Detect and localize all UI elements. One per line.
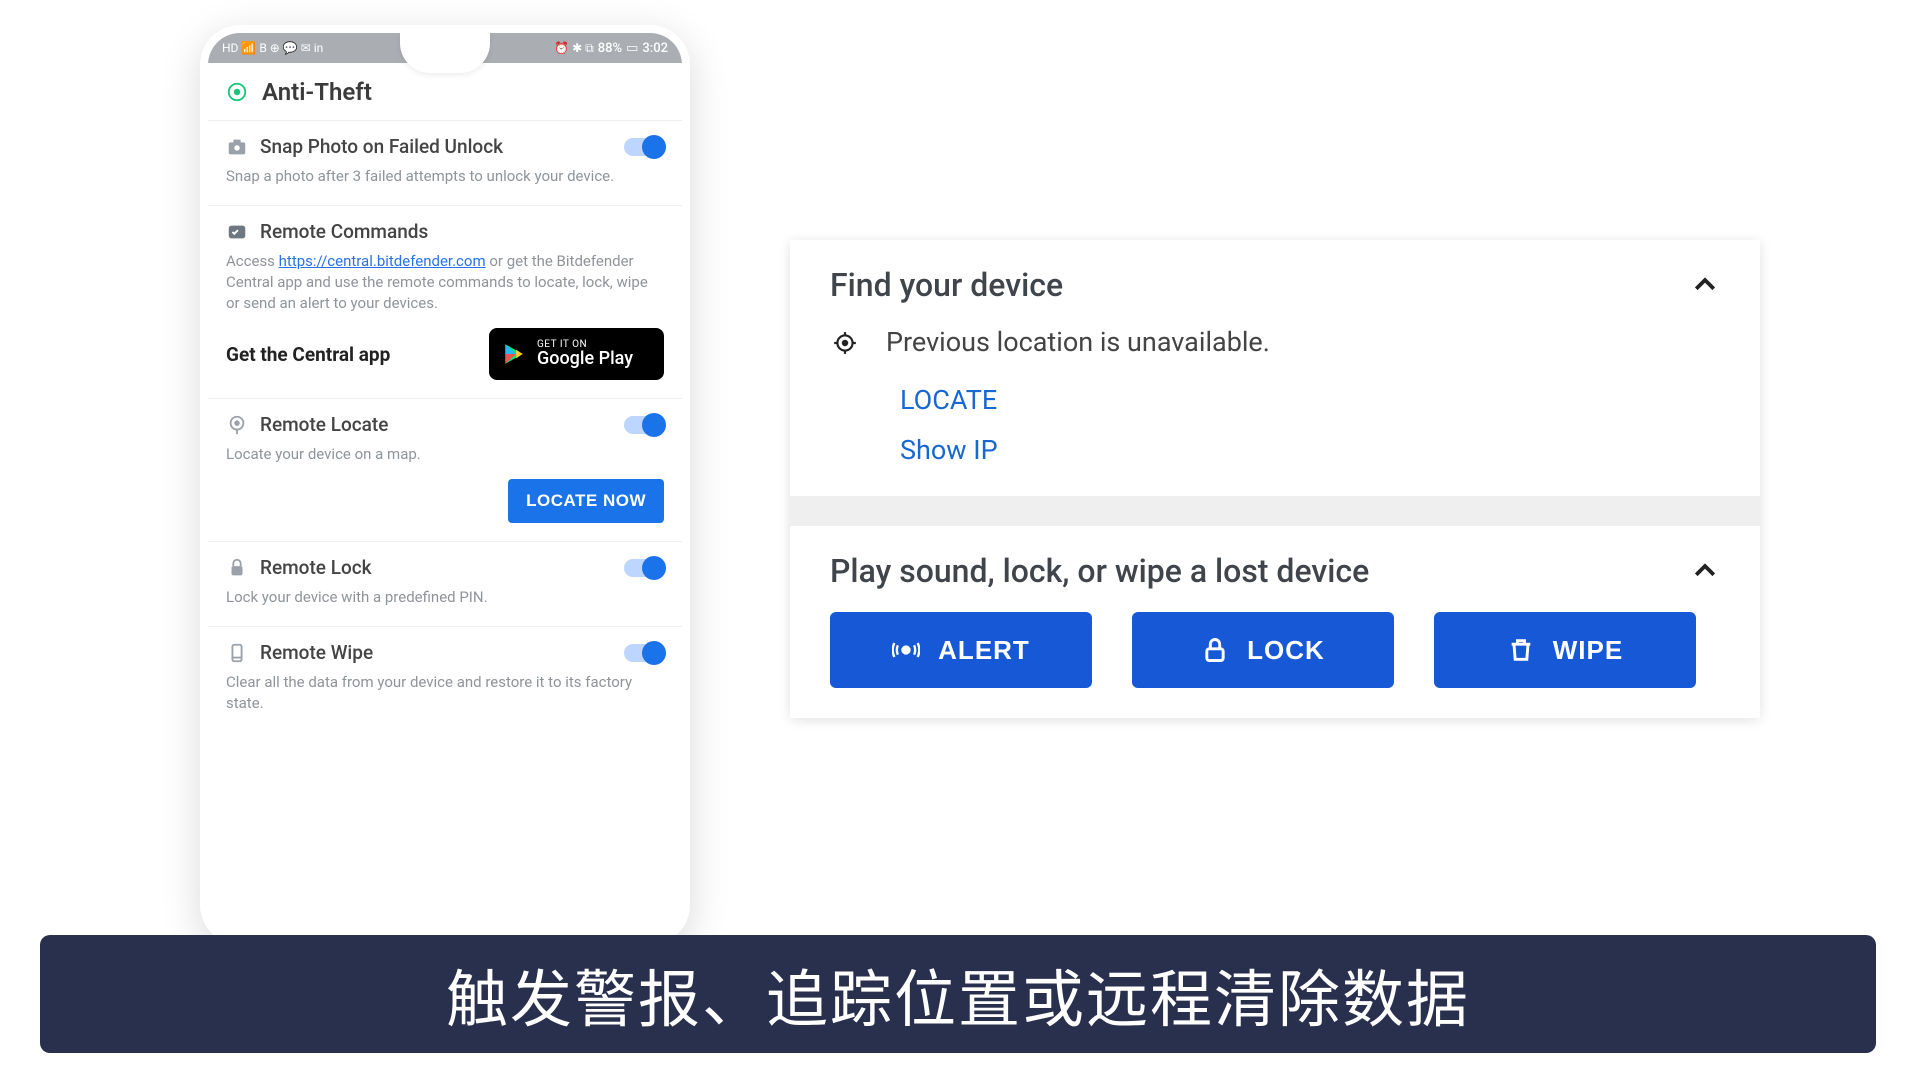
wipe-icon <box>226 642 248 664</box>
crosshair-icon <box>832 330 858 356</box>
chevron-up-icon[interactable] <box>1690 270 1720 300</box>
play-lock-wipe-title: Play sound, lock, or wipe a lost device <box>830 552 1369 590</box>
caption-banner: 触发警报、追踪位置或远程清除数据 <box>40 935 1876 1053</box>
remote-wipe-toggle[interactable] <box>624 644 664 662</box>
wipe-button[interactable]: WIPE <box>1434 612 1696 688</box>
remote-wipe-section: Remote Wipe Clear all the data from your… <box>208 627 682 732</box>
anti-theft-icon <box>226 81 248 103</box>
play-lock-wipe-section: Play sound, lock, or wipe a lost device … <box>790 526 1760 718</box>
snap-photo-section: Snap Photo on Failed Unlock Snap a photo… <box>208 121 682 206</box>
snap-photo-desc: Snap a photo after 3 failed attempts to … <box>226 166 664 187</box>
remote-wipe-desc: Clear all the data from your device and … <box>226 672 664 714</box>
status-left-icons: HD 📶 B ⊕ 💬 ✉ in <box>222 41 323 55</box>
find-device-section: Find your device Previous location is un… <box>790 240 1760 496</box>
remote-lock-desc: Lock your device with a predefined PIN. <box>226 587 664 608</box>
caption-text: 触发警报、追踪位置或远程清除数据 <box>446 949 1470 1039</box>
wipe-button-label: WIPE <box>1553 635 1623 666</box>
remote-locate-desc: Locate your device on a map. <box>226 444 664 465</box>
status-time: 3:02 <box>642 41 668 56</box>
camera-icon <box>226 136 248 158</box>
remote-wipe-label: Remote Wipe <box>260 641 612 664</box>
locate-icon <box>226 414 248 436</box>
lock-button[interactable]: LOCK <box>1132 612 1394 688</box>
lock-button-label: LOCK <box>1247 635 1325 666</box>
remote-lock-toggle[interactable] <box>624 559 664 577</box>
remote-locate-section: Remote Locate Locate your device on a ma… <box>208 399 682 542</box>
locate-now-button[interactable]: LOCATE NOW <box>508 479 664 523</box>
remote-commands-section: Remote Commands Access https://central.b… <box>208 206 682 399</box>
remote-locate-toggle[interactable] <box>624 416 664 434</box>
find-device-title: Find your device <box>830 266 1063 304</box>
remote-commands-desc: Access https://central.bitdefender.com o… <box>226 251 664 314</box>
lock-icon <box>226 557 248 579</box>
locate-link[interactable]: LOCATE <box>900 384 1720 416</box>
checklist-icon <box>226 221 248 243</box>
app-title: Anti-Theft <box>262 78 372 106</box>
alert-button-label: ALERT <box>938 635 1030 666</box>
section-divider <box>790 496 1760 526</box>
phone-mockup: HD 📶 B ⊕ 💬 ✉ in ⏰ ✱ ⧉ 88% ▭ 3:02 Anti-Th… <box>200 25 690 945</box>
phone-notch <box>400 33 490 73</box>
remote-lock-section: Remote Lock Lock your device with a pred… <box>208 542 682 627</box>
chevron-up-icon[interactable] <box>1690 556 1720 586</box>
google-play-badge[interactable]: GET IT ON Google Play <box>489 328 664 380</box>
alert-button[interactable]: ALERT <box>830 612 1092 688</box>
status-battery: 88% <box>598 41 622 56</box>
location-message: Previous location is unavailable. <box>886 326 1270 358</box>
remote-locate-label: Remote Locate <box>260 413 612 436</box>
remote-commands-label: Remote Commands <box>260 220 664 243</box>
snap-photo-toggle[interactable] <box>624 138 664 156</box>
central-link[interactable]: https://central.bitdefender.com <box>279 252 486 270</box>
status-right-icons: ⏰ ✱ ⧉ <box>554 41 594 56</box>
device-card: Find your device Previous location is un… <box>790 240 1760 718</box>
show-ip-link[interactable]: Show IP <box>900 434 1720 466</box>
remote-lock-label: Remote Lock <box>260 556 612 579</box>
phone-screen: HD 📶 B ⊕ 💬 ✉ in ⏰ ✱ ⧉ 88% ▭ 3:02 Anti-Th… <box>208 33 682 937</box>
snap-photo-label: Snap Photo on Failed Unlock <box>260 135 612 158</box>
play-big-text: Google Play <box>537 350 633 368</box>
get-central-app-label: Get the Central app <box>226 343 390 366</box>
